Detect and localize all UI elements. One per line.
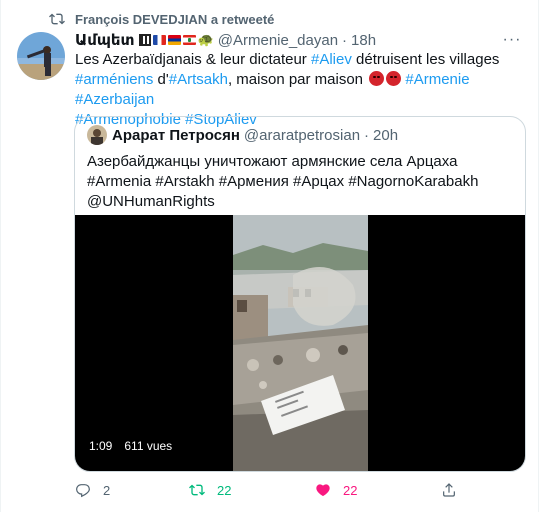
text-segment: , maison par maison [227,71,368,88]
armenia-flag-icon [167,35,181,45]
like-count: 22 [343,482,358,498]
retweet-icon [49,11,65,27]
video-overlay: 1:09 611 vues [89,439,172,453]
hashtag-artsakh[interactable]: #Artsakh [169,71,228,88]
quoted-tweet[interactable]: Арарат Петросян @araratpetrosian · 20h А… [74,116,526,472]
retweet-context-text: François DEVEDJIAN a retweeté [75,11,275,27]
text-segment: Les Azerbaïdjanais & leur dictateur [75,51,311,68]
reply-icon [76,484,90,498]
like-icon [316,484,330,497]
lebanon-flag-icon [182,35,196,45]
hashtag-azerbaijan[interactable]: #Azerbaijan [75,91,154,108]
hashtag-armenie[interactable]: #Armenie [405,71,469,88]
quote-time: 20h [373,126,399,144]
author-name[interactable]: Ամպետ [75,31,135,49]
retweet-context[interactable]: François DEVEDJIAN a retweeté [49,10,274,28]
share-button[interactable] [441,480,469,500]
angry-face-icon [369,71,385,86]
tweet-card[interactable]: François DEVEDJIAN a retweeté Ամպետ 🐢 @A… [0,0,539,512]
retweet-count: 22 [217,482,232,498]
more-icon[interactable]: ··· [502,30,522,50]
quote-header: Арарат Петросян @araratpetrosian · 20h [87,125,399,145]
video-frame [233,215,368,471]
text-segment: détruisent les villages [351,51,500,68]
turtle-icon: 🐢 [197,32,214,47]
video-player[interactable]: 1:09 611 vues [75,215,525,471]
quote-text: Азербайджанцы уничтожают армянские села … [87,153,479,210]
quote-avatar [87,125,107,145]
tweet-header: Ամպետ 🐢 @Armenie_dayan · 18h [75,30,376,50]
hashtag-aliev[interactable]: #Aliev [311,51,352,68]
share-icon [443,483,455,497]
retweet-icon [189,484,205,496]
cursing-face-icon [386,71,402,86]
reply-button[interactable]: 2 [75,480,110,500]
reply-count: 2 [103,482,111,498]
avatar[interactable] [17,32,65,80]
text-segment: d' [153,71,169,88]
tweet-time[interactable]: 18h [351,32,376,49]
header-separator: · [342,31,348,49]
like-button[interactable]: 22 [315,480,357,500]
video-views: 611 vues [124,439,173,453]
quote-separator: · [364,126,370,144]
quote-author-handle: @araratpetrosian [243,126,361,144]
quote-author-name: Арарат Петросян [112,126,240,144]
hashtag-armeniens[interactable]: #arméniens [75,71,153,88]
video-duration: 1:09 [89,439,113,453]
france-flag-icon [152,35,166,45]
name-emojis: 🐢 [138,32,214,48]
action-bar: 2 22 22 [75,480,525,500]
author-handle[interactable]: @Armenie_dayan [218,32,338,49]
qr-glyph-icon [138,34,151,46]
retweet-button[interactable]: 22 [189,480,231,500]
